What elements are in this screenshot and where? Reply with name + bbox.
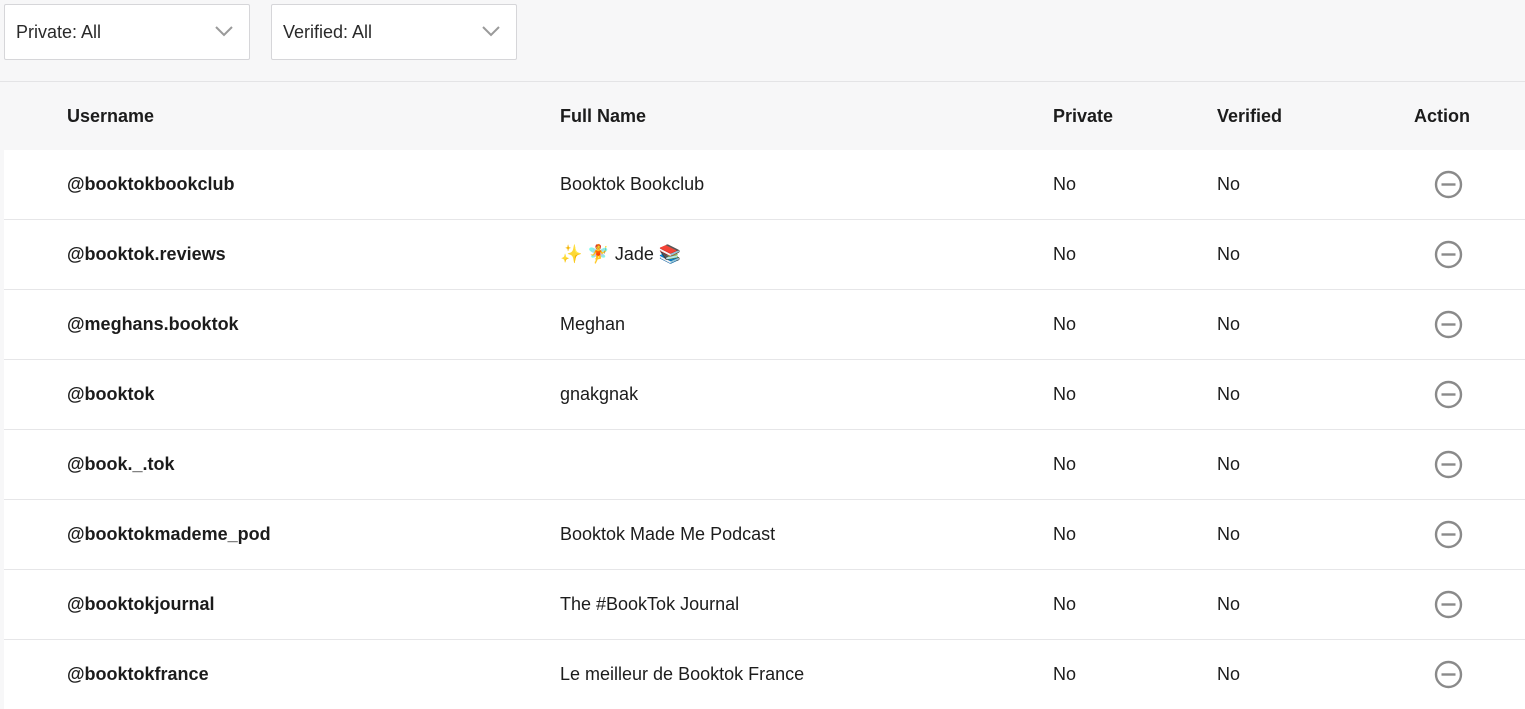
private-cell: No <box>1053 244 1077 264</box>
username-cell[interactable]: @booktok <box>67 384 155 405</box>
username-cell[interactable]: @booktokmademe_pod <box>67 524 271 545</box>
table-row: @meghans.booktok Meghan No No <box>4 290 1525 360</box>
minus-circle-icon <box>1434 520 1463 549</box>
filter-bar: Private: All Verified: All <box>0 0 1525 82</box>
verified-filter-dropdown[interactable]: Verified: All <box>271 4 517 60</box>
header-username: Username <box>67 106 155 126</box>
verified-cell: No <box>1217 384 1241 404</box>
table-row: @booktok gnakgnak No No <box>4 360 1525 430</box>
minus-circle-icon <box>1434 380 1463 409</box>
full-name-cell: Le meilleur de Booktok France <box>560 664 805 684</box>
remove-button[interactable] <box>1434 520 1463 549</box>
remove-button[interactable] <box>1434 380 1463 409</box>
table-row: @booktok.reviews ✨ 🧚 Jade 📚 No No <box>4 220 1525 290</box>
header-full-name: Full Name <box>560 106 647 126</box>
private-cell: No <box>1053 454 1077 474</box>
table-header: Username Full Name Private Verified Acti… <box>4 82 1525 150</box>
remove-button[interactable] <box>1434 170 1463 199</box>
private-cell: No <box>1053 174 1077 194</box>
accounts-table: Username Full Name Private Verified Acti… <box>4 82 1525 709</box>
full-name-cell: Booktok Made Me Podcast <box>560 524 776 544</box>
private-filter-dropdown[interactable]: Private: All <box>4 4 250 60</box>
verified-filter-label: Verified: All <box>283 22 373 42</box>
table-body: @booktokbookclub Booktok Bookclub No No @boo… <box>4 150 1525 709</box>
verified-cell: No <box>1217 594 1241 614</box>
verified-cell: No <box>1217 174 1241 194</box>
private-cell: No <box>1053 664 1077 684</box>
minus-circle-icon <box>1434 240 1463 269</box>
full-name-cell: ✨ 🧚 Jade 📚 <box>560 244 682 264</box>
full-name-cell: The #BookTok Journal <box>560 594 740 614</box>
verified-cell: No <box>1217 664 1241 684</box>
minus-circle-icon <box>1434 660 1463 689</box>
minus-circle-icon <box>1434 170 1463 199</box>
private-cell: No <box>1053 524 1077 544</box>
chevron-down-icon <box>482 26 500 37</box>
username-cell[interactable]: @booktokbookclub <box>67 174 235 195</box>
verified-cell: No <box>1217 314 1241 334</box>
remove-button[interactable] <box>1434 660 1463 689</box>
username-cell[interactable]: @booktokjournal <box>67 594 215 615</box>
verified-cell: No <box>1217 244 1241 264</box>
full-name-cell: Meghan <box>560 314 626 334</box>
verified-cell: No <box>1217 524 1241 544</box>
username-cell[interactable]: @meghans.booktok <box>67 314 239 335</box>
remove-button[interactable] <box>1434 310 1463 339</box>
remove-button[interactable] <box>1434 240 1463 269</box>
header-verified: Verified <box>1217 106 1283 126</box>
remove-button[interactable] <box>1434 450 1463 479</box>
remove-button[interactable] <box>1434 590 1463 619</box>
private-filter-label: Private: All <box>16 22 102 42</box>
full-name-cell: gnakgnak <box>560 384 639 404</box>
verified-cell: No <box>1217 454 1241 474</box>
minus-circle-icon <box>1434 450 1463 479</box>
full-name-cell: Booktok Bookclub <box>560 174 705 194</box>
table-row: @booktokfrance Le meilleur de Booktok Fra… <box>4 640 1525 709</box>
table-row: @booktokjournal The #BookTok Journal No No <box>4 570 1525 640</box>
table-row: @booktokmademe_pod Booktok Made Me Podcas… <box>4 500 1525 570</box>
chevron-down-icon <box>215 26 233 37</box>
username-cell[interactable]: @book._.tok <box>67 454 175 475</box>
minus-circle-icon <box>1434 590 1463 619</box>
header-private: Private <box>1053 106 1114 126</box>
username-cell[interactable]: @booktok.reviews <box>67 244 226 265</box>
minus-circle-icon <box>1434 310 1463 339</box>
private-cell: No <box>1053 314 1077 334</box>
private-cell: No <box>1053 384 1077 404</box>
header-action: Action <box>1414 106 1470 126</box>
table-row: @booktokbookclub Booktok Bookclub No No <box>4 150 1525 220</box>
private-cell: No <box>1053 594 1077 614</box>
username-cell[interactable]: @booktokfrance <box>67 664 209 685</box>
table-row: @book._.tok No No <box>4 430 1525 500</box>
